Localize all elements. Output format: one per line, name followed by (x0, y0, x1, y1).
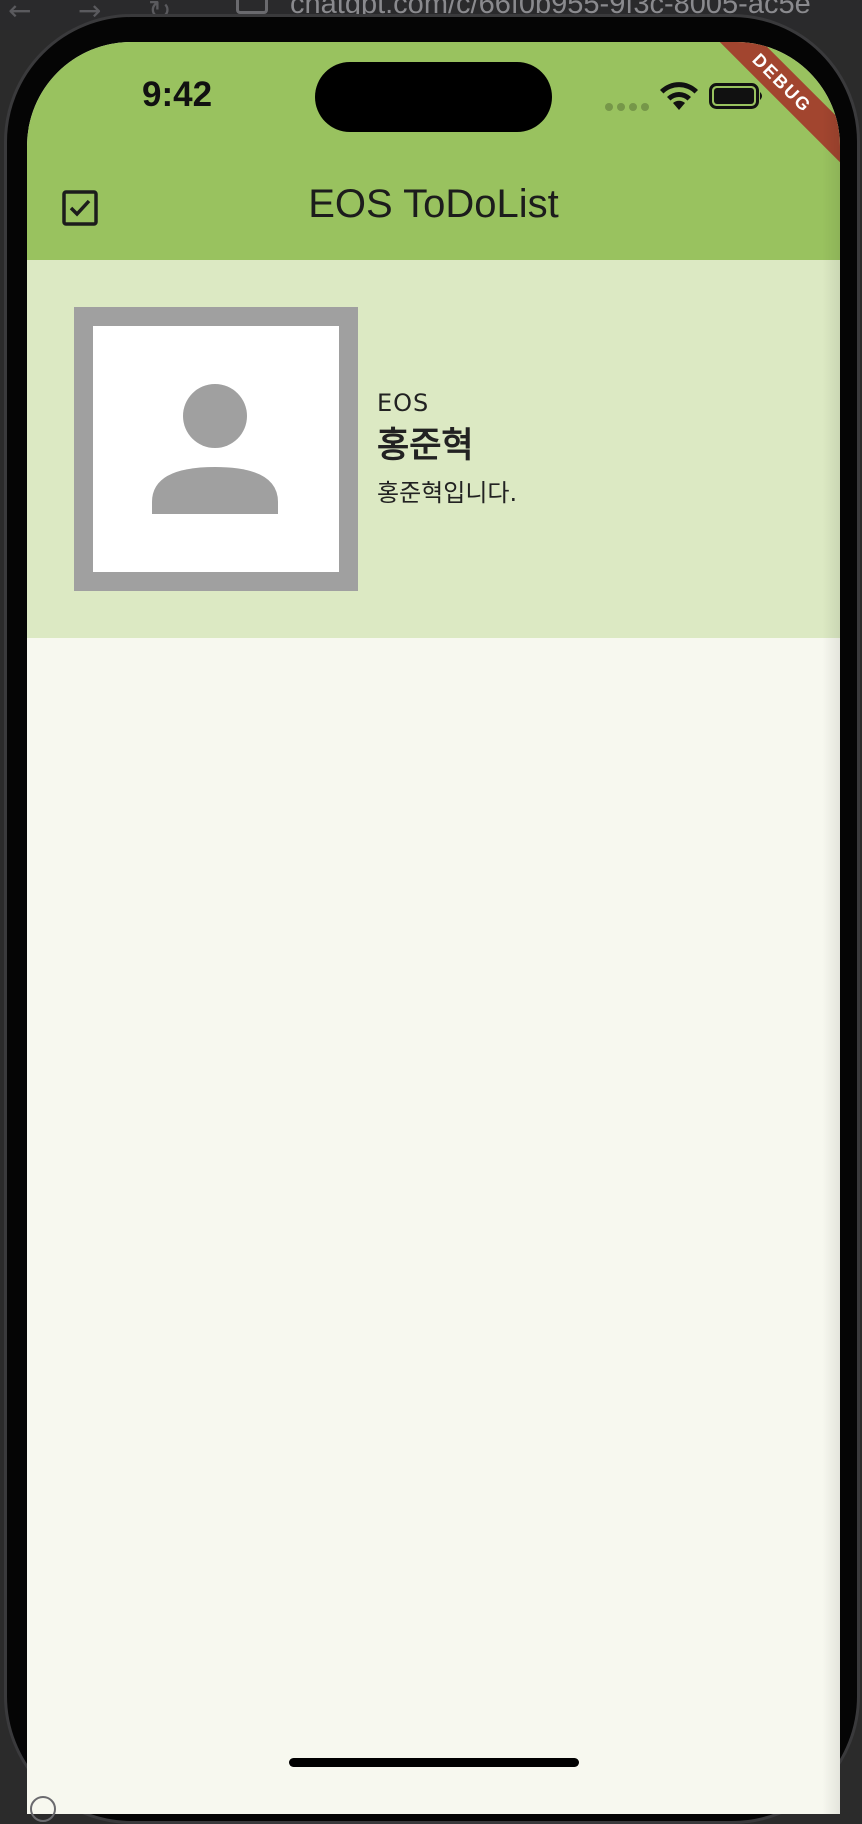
app-title: EOS ToDoList (308, 182, 559, 226)
profile-info: EOS 홍준혁 홍준혁입니다. (377, 388, 517, 508)
home-indicator[interactable] (289, 1758, 579, 1767)
battery-icon (709, 83, 762, 109)
avatar (74, 307, 358, 591)
debug-banner: DEBUG (686, 42, 840, 179)
cellular-signal-icon (605, 103, 649, 111)
sparkle-badge-icon[interactable] (30, 1796, 56, 1822)
avatar-image (93, 326, 339, 572)
profile-header: EOS 홍준혁 홍준혁입니다. (27, 260, 840, 638)
profile-organization: EOS (377, 389, 430, 417)
profile-name: 홍준혁 (377, 426, 474, 466)
person-icon (152, 384, 278, 514)
screen-edge-shade (822, 42, 840, 1814)
app-bar: 9:42 DEBUG EOS ToDoList (27, 42, 840, 260)
back-arrow-icon[interactable]: ← (8, 0, 31, 27)
site-info-icon[interactable] (236, 0, 268, 14)
status-time: 9:42 (142, 75, 213, 114)
wifi-icon (660, 82, 698, 110)
app-screen: 9:42 DEBUG EOS ToDoList EOS 홍준혁 홍준혁입니다. (27, 42, 840, 1814)
profile-description: 홍준혁입니다. (377, 479, 518, 507)
dynamic-island (315, 62, 552, 132)
